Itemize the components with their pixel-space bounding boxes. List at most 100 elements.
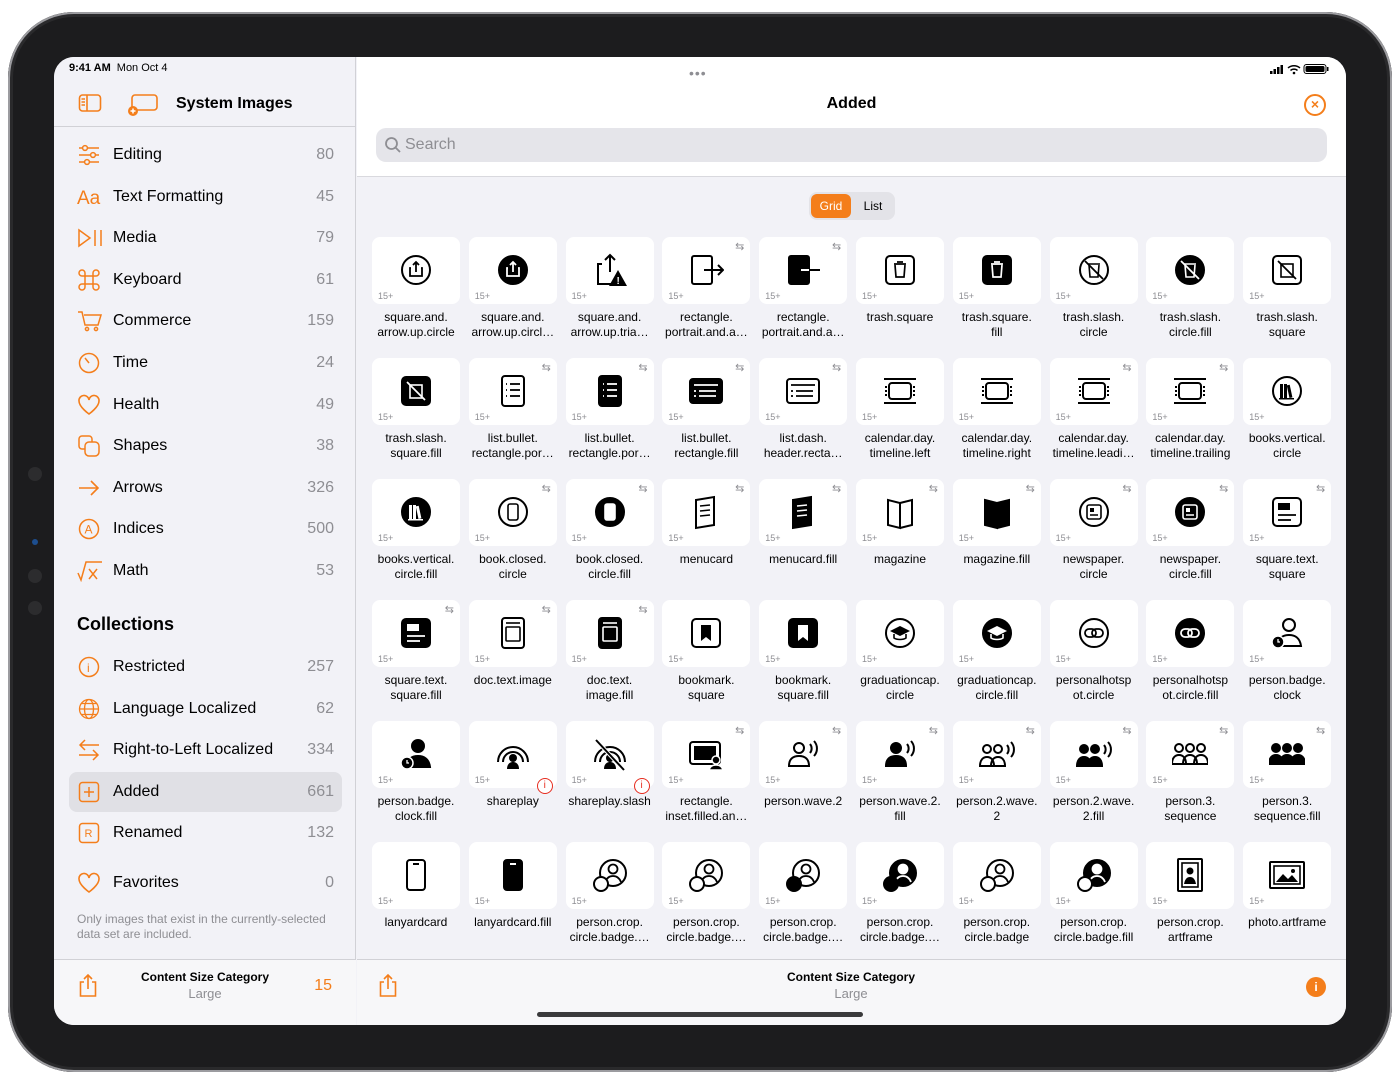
sidebar-item-restricted[interactable]: i Restricted 257 <box>69 647 342 687</box>
symbol-cell[interactable]: 15+ square.and. arrow.up.circl… <box>468 237 557 354</box>
symbol-tile[interactable]: 15+ ⇆ <box>468 600 557 667</box>
symbol-tile[interactable]: 15+ ⇆ <box>1243 479 1332 546</box>
restricted-info-icon[interactable]: i <box>536 778 553 794</box>
symbol-cell[interactable]: 15+ trash.square <box>856 237 944 354</box>
symbol-cell[interactable]: 15+ ⇆ doc.text. image.fill <box>565 600 654 717</box>
sidebar-item-renamed[interactable]: R Renamed 132 <box>69 813 342 853</box>
symbol-tile[interactable]: 15+ ⇆ <box>856 479 944 546</box>
symbol-cell[interactable]: 15+ bookmark. square.fill <box>759 600 848 717</box>
symbol-cell[interactable]: 15+ ⇆ list.bullet. rectangle.por… <box>468 358 557 475</box>
sidebar-item-keyboard[interactable]: Keyboard 61 <box>69 260 342 300</box>
symbol-tile[interactable]: ! 15+ <box>565 237 654 304</box>
symbol-cell[interactable]: 15+ trash.slash. circle.fill <box>1146 237 1235 354</box>
symbol-tile[interactable]: 15+ <box>372 479 460 546</box>
symbol-cell[interactable]: 15+ ⇆ person.wave.2. fill <box>856 721 944 838</box>
symbol-tile[interactable]: 15+ i <box>468 721 557 794</box>
sidebar-item-text-formatting[interactable]: Aa Text Formatting 45 <box>69 177 342 217</box>
symbol-tile[interactable]: 15+ <box>662 842 751 909</box>
symbol-tile[interactable]: 15+ <box>1146 237 1235 304</box>
symbol-tile[interactable]: 15+ ⇆ <box>1049 479 1138 546</box>
symbol-cell[interactable]: 15+ person.crop. circle.badge.… <box>856 842 944 959</box>
sidebar-item-added[interactable]: Added 661 <box>69 771 342 812</box>
symbol-cell[interactable]: 15+ calendar.day. timeline.right <box>952 358 1041 475</box>
symbol-cell[interactable]: 15+ ⇆ list.bullet. rectangle.fill <box>662 358 751 475</box>
content-size-value[interactable]: Large <box>751 986 951 1001</box>
sidebar-item-editing[interactable]: Editing 80 <box>69 135 342 175</box>
symbol-cell[interactable]: 15+ person.badge. clock.fill <box>372 721 460 838</box>
symbol-tile[interactable]: 15+ <box>1146 842 1235 909</box>
share-icon[interactable] <box>377 973 399 999</box>
symbol-cell[interactable]: 15+ ⇆ person.wave.2 <box>759 721 848 838</box>
symbol-cell[interactable]: 15+ ⇆ person.3. sequence.fill <box>1243 721 1332 838</box>
symbol-cell[interactable]: 15+ lanyardcard.fill <box>468 842 557 959</box>
symbol-cell[interactable]: 15+ square.and. arrow.up.circle <box>372 237 460 354</box>
symbol-cell[interactable]: 15+ calendar.day. timeline.left <box>856 358 944 475</box>
symbol-tile[interactable]: 15+ <box>1243 600 1332 667</box>
symbol-cell[interactable]: 15+ graduationcap. circle.fill <box>952 600 1041 717</box>
grid-view-option[interactable]: Grid <box>811 194 851 218</box>
symbol-cell[interactable]: 15+ personalhotsp ot.circle.fill <box>1146 600 1235 717</box>
symbol-cell[interactable]: 15+ ⇆ rectangle. inset.filled.an… <box>662 721 751 838</box>
symbol-cell[interactable]: 15+ person.crop. circle.badge.… <box>662 842 751 959</box>
symbol-cell[interactable]: 15+ ⇆ person.2.wave. 2 <box>952 721 1041 838</box>
symbol-cell[interactable]: 15+ ⇆ magazine.fill <box>952 479 1041 596</box>
sidebar-item-time[interactable]: Time 24 <box>69 343 342 383</box>
symbol-tile[interactable]: 15+ <box>1146 600 1235 667</box>
symbol-tile[interactable]: 15+ <box>952 358 1041 425</box>
sidebar-item-right-to-left-localized[interactable]: Right-to-Left Localized 334 <box>69 730 342 770</box>
symbol-tile[interactable]: 15+ <box>759 842 848 909</box>
symbol-tile[interactable]: 15+ i <box>565 721 654 794</box>
info-button[interactable]: i <box>1306 977 1326 997</box>
symbol-tile[interactable]: 15+ ⇆ <box>1146 721 1235 788</box>
close-button[interactable]: × <box>1304 94 1326 116</box>
symbol-tile[interactable]: 15+ <box>952 842 1041 909</box>
symbol-cell[interactable]: 15+ ⇆ square.text. square <box>1243 479 1332 596</box>
symbol-cell[interactable]: 15+ ⇆ calendar.day. timeline.trailing <box>1146 358 1235 475</box>
symbol-tile[interactable]: 15+ ⇆ <box>952 479 1041 546</box>
symbol-tile[interactable]: 15+ ⇆ <box>468 358 557 425</box>
add-data-set-icon[interactable] <box>127 93 159 117</box>
symbol-tile[interactable]: 15+ ⇆ <box>1146 358 1235 425</box>
symbol-cell[interactable]: 15+ trash.slash. square.fill <box>372 358 460 475</box>
symbol-cell[interactable]: 15+ i shareplay <box>468 721 557 838</box>
symbol-tile[interactable]: 15+ <box>565 842 654 909</box>
symbol-cell[interactable]: 15+ ⇆ person.2.wave. 2.fill <box>1049 721 1138 838</box>
symbol-cell[interactable]: 15+ i shareplay.slash <box>565 721 654 838</box>
symbol-cell[interactable]: 15+ person.crop. circle.badge <box>952 842 1041 959</box>
search-input[interactable] <box>405 134 1305 156</box>
symbol-tile[interactable]: 15+ <box>1243 237 1332 304</box>
multitasking-dots[interactable]: ••• <box>689 65 707 81</box>
symbol-cell[interactable]: 15+ photo.artframe <box>1243 842 1332 959</box>
symbol-tile[interactable]: 15+ ⇆ <box>662 358 751 425</box>
symbol-tile[interactable]: 15+ ⇆ <box>1243 721 1332 788</box>
symbol-cell[interactable]: 15+ ⇆ square.text. square.fill <box>372 600 460 717</box>
symbol-tile[interactable]: 15+ ⇆ <box>1049 721 1138 788</box>
sidebar-toggle-icon[interactable] <box>78 93 102 113</box>
symbol-cell[interactable]: 15+ ⇆ rectangle. portrait.and.a… <box>662 237 751 354</box>
sidebar-item-indices[interactable]: A Indices 500 <box>69 509 342 549</box>
sidebar-item-media[interactable]: Media 79 <box>69 218 342 258</box>
symbol-tile[interactable]: 15+ <box>1049 842 1138 909</box>
symbol-tile[interactable]: 15+ ⇆ <box>1146 479 1235 546</box>
symbol-cell[interactable]: 15+ person.crop. circle.badge.fill <box>1049 842 1138 959</box>
symbol-tile[interactable]: 15+ ⇆ <box>372 600 460 667</box>
symbol-cell[interactable]: 15+ trash.slash. square <box>1243 237 1332 354</box>
symbol-cell[interactable]: 15+ graduationcap. circle <box>856 600 944 717</box>
symbol-tile[interactable]: 15+ ⇆ <box>565 479 654 546</box>
symbol-tile[interactable]: 15+ <box>856 600 944 667</box>
symbol-cell[interactable]: 15+ bookmark. square <box>662 600 751 717</box>
symbol-tile[interactable]: 15+ <box>372 358 460 425</box>
symbol-tile[interactable]: 15+ <box>372 842 460 909</box>
symbol-tile[interactable]: 15+ ⇆ <box>662 237 751 304</box>
symbol-cell[interactable]: 15+ ⇆ list.bullet. rectangle.por… <box>565 358 654 475</box>
search-bar[interactable] <box>376 128 1327 162</box>
list-view-option[interactable]: List <box>853 194 893 218</box>
symbol-cell[interactable]: 15+ lanyardcard <box>372 842 460 959</box>
sidebar-item-language-localized[interactable]: Language Localized 62 <box>69 689 342 729</box>
symbol-tile[interactable]: 15+ ⇆ <box>759 358 848 425</box>
symbol-cell[interactable]: 15+ person.crop. circle.badge.… <box>565 842 654 959</box>
symbol-cell[interactable]: 15+ ⇆ rectangle. portrait.and.a… <box>759 237 848 354</box>
symbol-cell[interactable]: 15+ ⇆ menucard <box>662 479 751 596</box>
sidebar-item-commerce[interactable]: Commerce 159 <box>69 301 342 341</box>
symbol-cell[interactable]: 15+ person.crop. circle.badge.… <box>759 842 848 959</box>
